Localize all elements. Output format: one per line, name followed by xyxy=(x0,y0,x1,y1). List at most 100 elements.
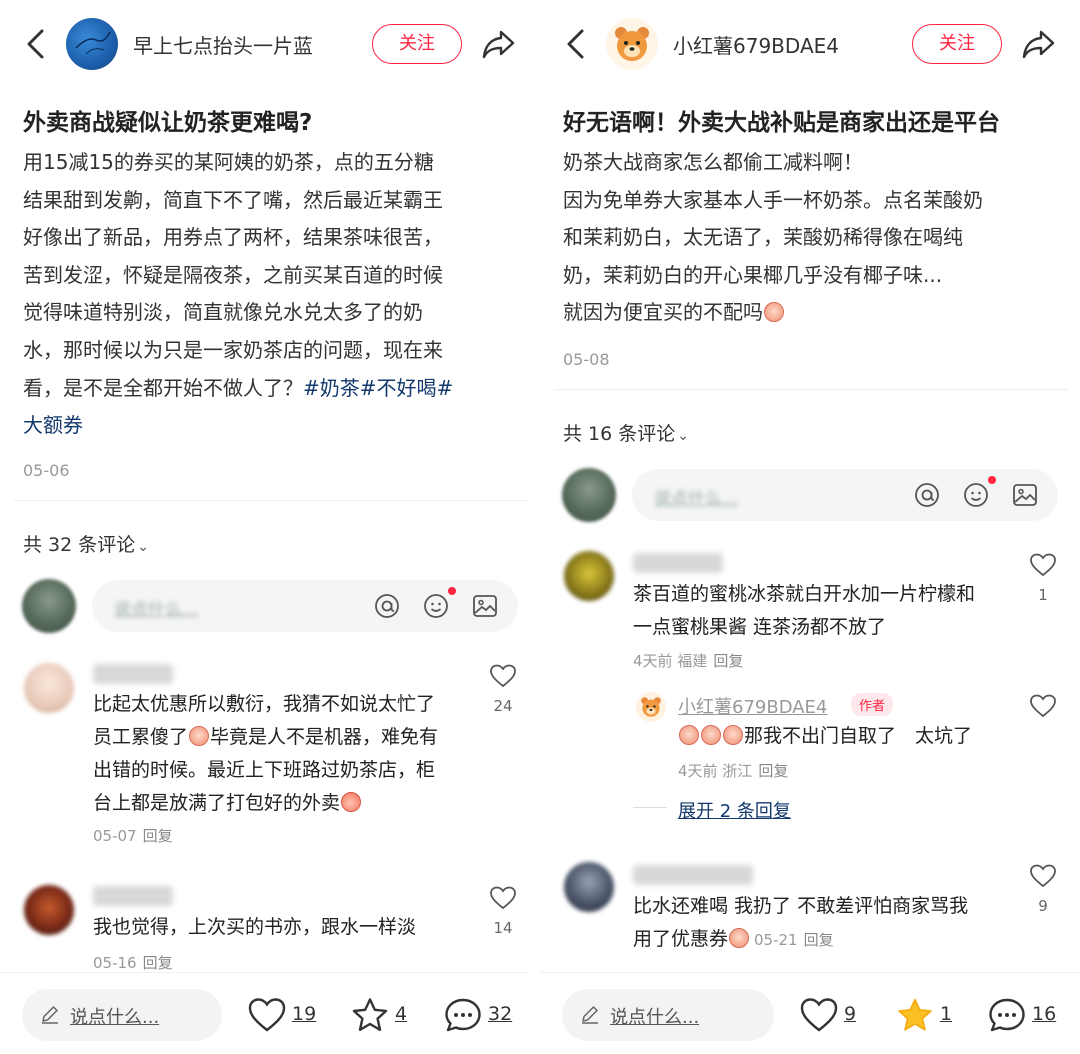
comment-text: 我也觉得，上次买的书亦，跟水一样淡 xyxy=(93,916,417,938)
comment-count-label: 共 16 条评论 xyxy=(563,423,676,445)
comment-date: 05-16 xyxy=(93,954,137,972)
author-avatar[interactable] xyxy=(66,18,118,70)
author-name[interactable]: 早上七点抬头一片蓝 xyxy=(133,30,313,59)
post-title: 外卖商战疑似让奶茶更难喝? xyxy=(23,110,313,136)
reply-button[interactable]: 回复 xyxy=(143,954,173,972)
comment-line: 台上都是放满了打包好的外卖 xyxy=(93,787,483,820)
divider xyxy=(554,389,1068,390)
share-icon[interactable] xyxy=(1021,26,1057,62)
reply-button[interactable]: 回复 xyxy=(804,931,834,949)
comment-count-sort[interactable]: 共 32 条评论 ⌄ xyxy=(23,530,149,557)
heart-icon[interactable] xyxy=(248,997,286,1033)
comment-count-label: 共 32 条评论 xyxy=(23,534,136,556)
post-header: 早上七点抬头一片蓝 关注 xyxy=(0,0,540,88)
peach-emoji-icon xyxy=(341,792,362,812)
heart-icon[interactable] xyxy=(1030,864,1056,888)
comment-line: 比水还难喝 我扔了 不敢差评怕商家骂我 xyxy=(633,895,969,917)
body-text: 就因为便宜买的不配吗 xyxy=(563,300,763,325)
bottom-comment-input[interactable]: 说点什么... xyxy=(22,989,222,1041)
comment-line: 茶百道的蜜桃冰茶就白开水加一片柠檬和 xyxy=(633,583,976,605)
commenter-name[interactable] xyxy=(633,553,723,573)
commenter-avatar[interactable] xyxy=(24,885,74,935)
right-post-panel: 小红薯679BDAE4 关注 好无语啊！外卖大战补贴是商家出还是平台 奶茶大战商… xyxy=(540,0,1080,1054)
comment-input-placeholder: 说点什么... xyxy=(114,600,199,620)
chevron-down-icon: ⌄ xyxy=(677,428,689,444)
body-line: 苦到发涩，怀疑是隔夜茶，之前买某百道的时候 xyxy=(23,262,443,287)
share-icon[interactable] xyxy=(481,26,517,62)
like-count[interactable]: 19 xyxy=(292,1003,316,1025)
comment-line: 一点蜜桃果酱 连茶汤都不放了 xyxy=(633,616,887,638)
my-avatar xyxy=(22,579,76,633)
pencil-icon xyxy=(582,1006,598,1024)
reply-text: 那我不出门自取了 太坑了 xyxy=(678,720,1018,753)
heart-icon[interactable] xyxy=(800,997,838,1033)
commenter-avatar[interactable] xyxy=(564,862,614,912)
reply-button[interactable]: 回复 xyxy=(758,762,788,780)
comment-fragment: 毕竟是人不是机器，难免有 xyxy=(210,726,439,748)
star-icon[interactable] xyxy=(351,997,389,1033)
commenter-name[interactable] xyxy=(633,865,753,885)
comment-input[interactable]: 说点什么... xyxy=(92,580,518,632)
comment-text: 茶百道的蜜桃冰茶就白开水加一片柠檬和 一点蜜桃果酱 连茶汤都不放了 xyxy=(633,578,1023,644)
post-date: 05-08 xyxy=(563,350,610,369)
follow-button[interactable]: 关注 xyxy=(912,24,1002,64)
heart-icon[interactable] xyxy=(1030,553,1056,577)
comment-fragment: 用了优惠券 xyxy=(633,928,729,950)
reply-button[interactable]: 回复 xyxy=(143,827,173,845)
comment-count-sort[interactable]: 共 16 条评论 ⌄ xyxy=(563,419,689,446)
commenter-name[interactable] xyxy=(93,886,173,906)
comment-icon[interactable] xyxy=(444,997,482,1033)
star-count[interactable]: 4 xyxy=(395,1003,407,1025)
author-name[interactable]: 小红薯679BDAE4 xyxy=(673,30,839,59)
body-line: 觉得味道特别淡，简直就像兑水兑太多了的奶 xyxy=(23,300,423,325)
image-icon[interactable] xyxy=(472,593,498,619)
comment-meta: 4天前 福建 回复 xyxy=(633,650,743,671)
post-header: 小红薯679BDAE4 关注 xyxy=(540,0,1080,88)
like-count: 24 xyxy=(493,697,513,715)
commenter-avatar[interactable] xyxy=(564,551,614,601)
heart-icon[interactable] xyxy=(490,664,516,688)
star-count[interactable]: 1 xyxy=(940,1003,952,1025)
crying-emoji-icon xyxy=(723,725,743,745)
chevron-down-icon: ⌄ xyxy=(137,539,149,555)
body-line: 好像出了新品，用券点了两杯，结果茶味很苦， xyxy=(23,225,443,250)
comment-text: 比水还难喝 我扔了 不敢差评怕商家骂我 用了优惠券 05-21 回复 xyxy=(633,890,1023,957)
expand-replies-link[interactable]: 展开 2 条回复 xyxy=(678,797,791,823)
comment-icon[interactable] xyxy=(988,997,1026,1033)
comment-meta: 05-16 回复 xyxy=(93,952,173,973)
bottom-action-bar: 说点什么... 19 4 32 xyxy=(0,972,540,1054)
divider xyxy=(14,500,528,501)
at-icon[interactable] xyxy=(914,482,940,508)
at-icon[interactable] xyxy=(374,593,400,619)
reply-author-name[interactable]: 小红薯679BDAE4 xyxy=(678,693,827,719)
crying-emoji-icon xyxy=(764,302,784,323)
hashtag-link[interactable]: #奶茶#不好喝# xyxy=(303,376,453,400)
back-icon[interactable] xyxy=(22,28,50,60)
body-line: 看，是不是全都开始不做人了？#奶茶#不好喝# xyxy=(23,370,523,408)
heart-icon[interactable] xyxy=(490,886,516,910)
author-avatar[interactable] xyxy=(606,18,658,70)
back-icon[interactable] xyxy=(562,28,590,60)
comment-line: 比起太优惠所以敷衍，我猜不如说太忙了 xyxy=(93,693,436,715)
crying-emoji-icon xyxy=(189,726,210,746)
reply-button[interactable]: 回复 xyxy=(713,652,743,670)
commenter-name[interactable] xyxy=(93,664,173,684)
comment-input[interactable]: 说点什么... xyxy=(632,469,1058,521)
commenter-avatar[interactable] xyxy=(24,663,74,713)
reply-author-avatar[interactable] xyxy=(636,692,666,722)
body-line: 因为免单券大家基本人手一杯奶茶。点名茉酸奶 xyxy=(563,187,983,212)
reply-meta: 4天前 浙江 回复 xyxy=(678,760,788,781)
like-count: 14 xyxy=(493,919,513,937)
follow-button[interactable]: 关注 xyxy=(372,24,462,64)
bottom-comment-input[interactable]: 说点什么... xyxy=(562,989,774,1041)
hashtag-link[interactable]: 大额券 xyxy=(23,407,523,445)
star-filled-icon[interactable] xyxy=(896,997,934,1033)
image-icon[interactable] xyxy=(1012,482,1038,508)
comment-count[interactable]: 32 xyxy=(488,1003,512,1025)
emoji-icon[interactable] xyxy=(963,482,989,508)
post-body: 奶茶大战商家怎么都偷工减料啊！ 因为免单券大家基本人手一杯奶茶。点名茉酸奶 和茉… xyxy=(563,144,1063,332)
heart-icon[interactable] xyxy=(1030,694,1056,718)
emoji-icon[interactable] xyxy=(423,593,449,619)
comment-count[interactable]: 16 xyxy=(1032,1003,1056,1025)
like-count[interactable]: 9 xyxy=(844,1003,856,1025)
